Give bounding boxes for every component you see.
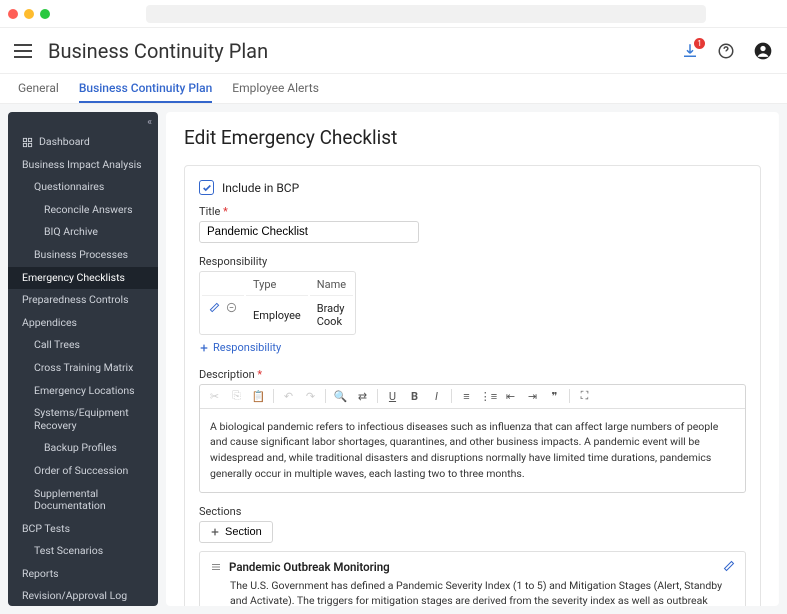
download-badge: 1 bbox=[694, 38, 705, 49]
address-bar[interactable] bbox=[146, 5, 706, 23]
add-responsibility-label: Responsibility bbox=[213, 341, 281, 354]
sidebar: « Dashboard Business Impact Analysis Que… bbox=[8, 112, 158, 606]
tab-employee-alerts[interactable]: Employee Alerts bbox=[232, 81, 319, 103]
editor-body[interactable]: A biological pandemic refers to infectio… bbox=[200, 409, 745, 492]
section-description: The U.S. Government has defined a Pandem… bbox=[210, 578, 735, 607]
underline-icon[interactable]: U bbox=[385, 389, 400, 404]
sidebar-item-bus-processes[interactable]: Business Processes bbox=[8, 244, 158, 267]
sidebar-item-biq-archive[interactable]: BIQ Archive bbox=[8, 221, 158, 244]
outdent-icon[interactable]: ⇤ bbox=[503, 389, 518, 404]
main-tabs: General Business Continuity Plan Employe… bbox=[0, 74, 787, 104]
responsibility-row: Employee Brady Cook bbox=[202, 298, 353, 332]
sidebar-item-reports[interactable]: Reports bbox=[8, 563, 158, 586]
add-section-button[interactable]: Section bbox=[199, 521, 273, 543]
sidebar-item-backup-profiles[interactable]: Backup Profiles bbox=[8, 437, 158, 460]
sidebar-item-preparedness[interactable]: Preparedness Controls bbox=[8, 289, 158, 312]
add-responsibility-link[interactable]: Responsibility bbox=[199, 341, 281, 354]
sidebar-item-reconcile[interactable]: Reconcile Answers bbox=[8, 199, 158, 222]
section-card: Pandemic Outbreak Monitoring The U.S. Go… bbox=[199, 551, 746, 607]
tab-bcp[interactable]: Business Continuity Plan bbox=[79, 81, 212, 103]
checklist-form: Include in BCP Title Responsibility Type… bbox=[184, 165, 761, 606]
resp-name: Brady Cook bbox=[310, 298, 353, 332]
sidebar-item-questionnaires[interactable]: Questionnaires bbox=[8, 176, 158, 199]
sidebar-item-bia[interactable]: Business Impact Analysis bbox=[8, 154, 158, 177]
edit-section-icon[interactable] bbox=[723, 560, 735, 572]
app-title: Business Continuity Plan bbox=[48, 39, 681, 63]
close-window-dot[interactable] bbox=[8, 9, 18, 19]
rich-text-editor: ✂ ⎘ 📋 ↶ ↷ 🔍 ⇄ U B I ≡ bbox=[199, 384, 746, 493]
cut-icon: ✂ bbox=[207, 389, 222, 404]
bullet-list-icon[interactable]: ≡ bbox=[459, 389, 474, 404]
resp-type: Employee bbox=[246, 298, 308, 332]
numbered-list-icon[interactable]: ⋮≡ bbox=[481, 389, 496, 404]
indent-icon[interactable]: ⇥ bbox=[525, 389, 540, 404]
sidebar-item-revision-log[interactable]: Revision/Approval Log bbox=[8, 585, 158, 606]
menu-icon[interactable] bbox=[14, 44, 32, 58]
edit-row-icon[interactable] bbox=[209, 302, 220, 316]
include-in-bcp-label: Include in BCP bbox=[222, 181, 299, 195]
help-icon[interactable] bbox=[717, 42, 735, 60]
col-name: Name bbox=[310, 274, 353, 296]
sidebar-item-sys-recovery[interactable]: Systems/Equipment Recovery bbox=[8, 402, 158, 437]
undo-icon: ↶ bbox=[281, 389, 296, 404]
page-title: Edit Emergency Checklist bbox=[184, 126, 761, 149]
sidebar-item-call-trees[interactable]: Call Trees bbox=[8, 334, 158, 357]
checkmark-icon bbox=[202, 183, 212, 193]
bold-icon[interactable]: B bbox=[407, 389, 422, 404]
fullscreen-icon[interactable]: ⛶ bbox=[577, 389, 592, 404]
paste-icon[interactable]: 📋 bbox=[251, 389, 266, 404]
minimize-window-dot[interactable] bbox=[24, 9, 34, 19]
include-in-bcp-checkbox[interactable] bbox=[199, 180, 214, 195]
sidebar-item-appendices[interactable]: Appendices bbox=[8, 312, 158, 335]
tab-general[interactable]: General bbox=[18, 81, 59, 103]
sidebar-item-cross-training[interactable]: Cross Training Matrix bbox=[8, 357, 158, 380]
add-section-label: Section bbox=[225, 526, 262, 538]
plus-icon bbox=[210, 527, 220, 537]
sidebar-item-dashboard[interactable]: Dashboard bbox=[8, 131, 158, 154]
plus-icon bbox=[199, 343, 209, 353]
search-icon[interactable]: 🔍 bbox=[333, 389, 348, 404]
editor-toolbar: ✂ ⎘ 📋 ↶ ↷ 🔍 ⇄ U B I ≡ bbox=[200, 385, 745, 409]
collapse-sidebar-icon[interactable]: « bbox=[8, 112, 158, 131]
italic-icon[interactable]: I bbox=[429, 389, 444, 404]
copy-icon: ⎘ bbox=[229, 389, 244, 404]
download-button[interactable]: 1 bbox=[681, 42, 699, 60]
sidebar-item-emergency-checklists[interactable]: Emergency Checklists bbox=[8, 267, 158, 290]
sidebar-item-emergency-loc[interactable]: Emergency Locations bbox=[8, 380, 158, 403]
sidebar-item-test-scenarios[interactable]: Test Scenarios bbox=[8, 540, 158, 563]
sections-label: Sections bbox=[199, 505, 746, 518]
replace-icon[interactable]: ⇄ bbox=[355, 389, 370, 404]
maximize-window-dot[interactable] bbox=[40, 9, 50, 19]
sidebar-label: Dashboard bbox=[39, 136, 90, 149]
dashboard-icon bbox=[22, 137, 33, 148]
col-type: Type bbox=[246, 274, 308, 296]
main-content: Edit Emergency Checklist Include in BCP … bbox=[166, 112, 779, 606]
title-label: Title bbox=[199, 205, 746, 218]
drag-handle-icon[interactable] bbox=[210, 561, 222, 573]
redo-icon: ↷ bbox=[303, 389, 318, 404]
sidebar-item-bcp-tests[interactable]: BCP Tests bbox=[8, 518, 158, 541]
description-label: Description bbox=[199, 368, 746, 381]
sidebar-item-succession[interactable]: Order of Succession bbox=[8, 460, 158, 483]
delete-row-icon[interactable] bbox=[226, 302, 237, 316]
responsibility-table: Type Name Employee Brady Cook bbox=[199, 271, 356, 335]
title-input[interactable] bbox=[199, 221, 419, 243]
quote-icon[interactable]: ❞ bbox=[547, 389, 562, 404]
sidebar-item-supp-doc[interactable]: Supplemental Documentation bbox=[8, 483, 158, 518]
section-title: Pandemic Outbreak Monitoring bbox=[229, 560, 390, 574]
user-icon[interactable] bbox=[753, 41, 773, 61]
responsibility-label: Responsibility bbox=[199, 255, 746, 268]
app-header: Business Continuity Plan 1 bbox=[0, 28, 787, 74]
window-titlebar bbox=[0, 0, 787, 28]
